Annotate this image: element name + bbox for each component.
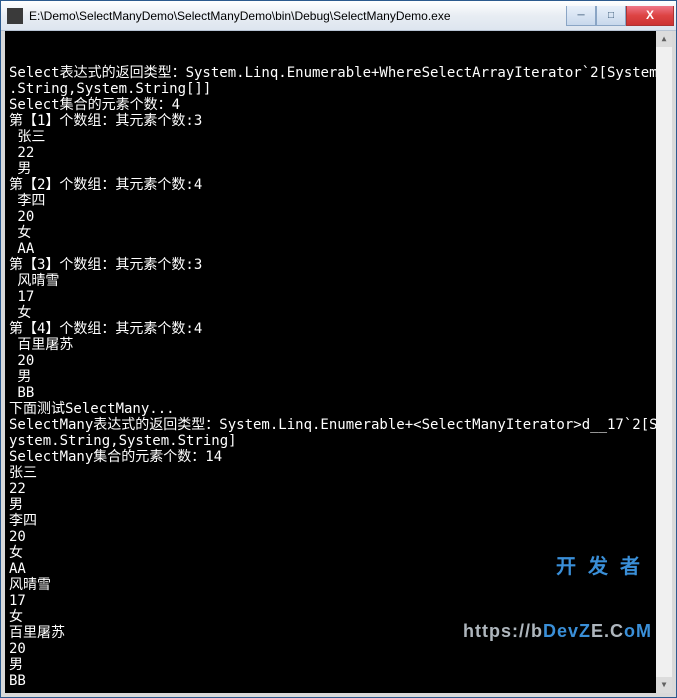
console-lines: Select表达式的返回类型：System.Linq.Enumerable+Wh… (9, 65, 668, 689)
console-line: 第【3】个数组：其元素个数:3 (9, 257, 668, 273)
console-line: 李四 (9, 513, 668, 529)
console-line: 第【2】个数组：其元素个数:4 (9, 177, 668, 193)
console-line: AA (9, 561, 668, 577)
console-line: Select表达式的返回类型：System.Linq.Enumerable+Wh… (9, 65, 668, 81)
console-line: 李四 (9, 193, 668, 209)
console-line: 17 (9, 289, 668, 305)
console-line: 22 (9, 145, 668, 161)
console-line: 17 (9, 593, 668, 609)
console-line: 20 (9, 209, 668, 225)
console-line: 20 (9, 641, 668, 657)
console-line: SelectMany表达式的返回类型：System.Linq.Enumerabl… (9, 417, 668, 433)
console-line: AA (9, 241, 668, 257)
maximize-button[interactable]: □ (596, 6, 626, 26)
console-line: 风晴雪 (9, 577, 668, 593)
close-button[interactable]: X (626, 6, 674, 26)
console-line: 风晴雪 (9, 273, 668, 289)
console-line: ystem.String,System.String] (9, 433, 668, 449)
console-line: 百里屠苏 (9, 337, 668, 353)
maximize-icon: □ (608, 10, 614, 21)
console-line: 男 (9, 369, 668, 385)
console-line: 女 (9, 225, 668, 241)
title-bar[interactable]: E:\Demo\SelectManyDemo\SelectManyDemo\bi… (1, 1, 676, 31)
console-line: BB (9, 673, 668, 689)
scroll-up-arrow-icon[interactable]: ▲ (656, 31, 672, 47)
console-line: 第【1】个数组：其元素个数:3 (9, 113, 668, 129)
console-line: 女 (9, 305, 668, 321)
app-window: E:\Demo\SelectManyDemo\SelectManyDemo\bi… (0, 0, 677, 698)
console-line: 张三 (9, 465, 668, 481)
minimize-icon: ─ (577, 10, 584, 21)
console-line: BB (9, 385, 668, 401)
console-line: Select集合的元素个数：4 (9, 97, 668, 113)
console-line: 女 (9, 545, 668, 561)
window-title: E:\Demo\SelectManyDemo\SelectManyDemo\bi… (29, 9, 566, 23)
console-line: SelectMany集合的元素个数：14 (9, 449, 668, 465)
scroll-track[interactable] (656, 47, 672, 677)
vertical-scrollbar[interactable]: ▲ ▼ (656, 31, 672, 693)
minimize-button[interactable]: ─ (566, 6, 596, 26)
console-line: 男 (9, 657, 668, 673)
console-line: 第【4】个数组：其元素个数:4 (9, 321, 668, 337)
console-line: 张三 (9, 129, 668, 145)
console-line: 20 (9, 529, 668, 545)
console-output: Select表达式的返回类型：System.Linq.Enumerable+Wh… (1, 31, 676, 697)
console-line: 男 (9, 161, 668, 177)
console-line: 20 (9, 353, 668, 369)
console-line: 下面测试SelectMany... (9, 401, 668, 417)
app-icon (7, 8, 23, 24)
console-line: 男 (9, 497, 668, 513)
console-line: 22 (9, 481, 668, 497)
window-controls: ─ □ X (566, 6, 674, 26)
console-line: 百里屠苏 (9, 625, 668, 641)
scroll-down-arrow-icon[interactable]: ▼ (656, 677, 672, 693)
close-icon: X (646, 8, 654, 22)
console-line: 女 (9, 609, 668, 625)
console-line: .String,System.String[]] (9, 81, 668, 97)
